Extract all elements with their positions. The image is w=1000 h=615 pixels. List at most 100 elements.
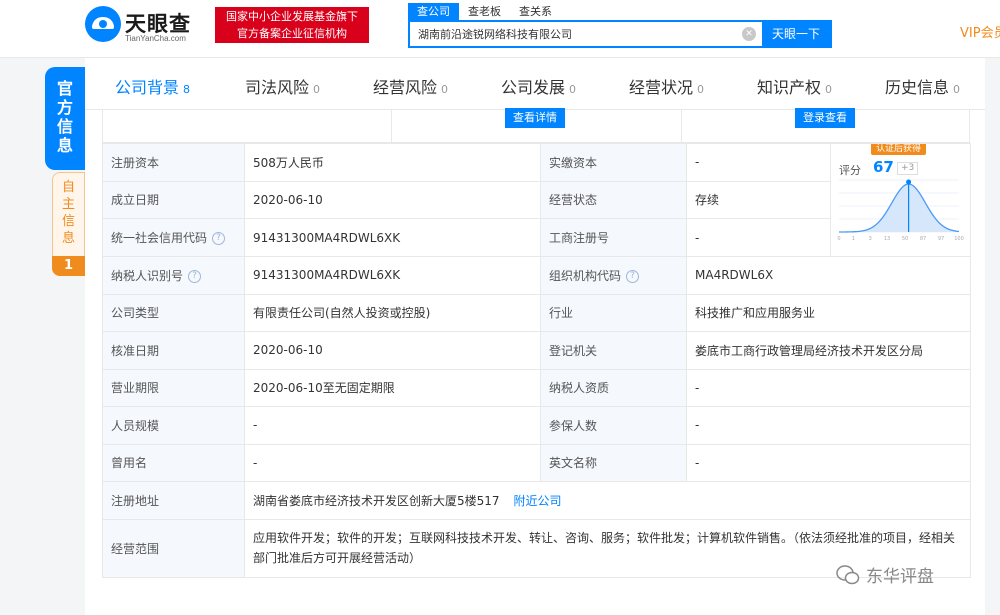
view-details-button[interactable]: 查看详情 <box>505 108 565 128</box>
score-cell: 认证后获得 评分 67 +3 0 1 3 13 50 87 97 100 <box>830 143 971 257</box>
status-label: 经营状态 <box>540 180 687 220</box>
score-axis-tick: 1 <box>852 236 855 242</box>
former-name-value: - <box>244 443 541 482</box>
tab-history-info[interactable]: 历史信息 0 <box>885 74 960 98</box>
tab-intellectual-property[interactable]: 知识产权 0 <box>757 74 832 98</box>
english-name-value: - <box>686 443 971 482</box>
score-widget[interactable]: 认证后获得 评分 67 +3 0 1 3 13 50 87 97 100 <box>832 144 970 256</box>
score-axis-tick: 3 <box>869 236 872 242</box>
wechat-icon <box>836 565 860 585</box>
tianyancha-logo[interactable]: 天眼查 TianYanCha.com <box>85 6 207 46</box>
logo-subtext: TianYanCha.com <box>125 34 186 43</box>
approval-date-label: 核准日期 <box>102 331 245 370</box>
insured-value: - <box>686 406 971 445</box>
side-char: 信 <box>56 117 73 136</box>
side-char: 信 <box>61 214 75 229</box>
business-info-table: 注册资本 508万人民币 实缴资本 - 认证后获得 评分 67 +3 0 1 3 13… <box>102 143 971 578</box>
authority-value: 娄底市工商行政管理局经济技术开发区分局 <box>686 331 971 370</box>
side-tab-official-info[interactable]: 官 方 信 息 <box>45 67 85 170</box>
table-row: 注册地址 湖南省娄底市经济技术开发区创新大厦5楼517 附近公司 <box>102 481 971 520</box>
address-label: 注册地址 <box>102 481 245 520</box>
org-code-label: 组织机构代码? <box>540 256 687 295</box>
tab-business-status[interactable]: 经营状况 0 <box>629 74 704 98</box>
address-value: 湖南省娄底市经济技术开发区创新大厦5楼517 附近公司 <box>244 481 971 520</box>
industry-label: 行业 <box>540 293 687 332</box>
side-tab-self-info[interactable]: 自 主 信 息 1 <box>52 172 85 276</box>
tab-search-company[interactable]: 查公司 <box>408 3 459 20</box>
taxpayer-id-label: 纳税人识别号? <box>102 256 245 295</box>
company-type-value: 有限责任公司(自然人投资或控股) <box>244 293 541 332</box>
tab-judicial-risk[interactable]: 司法风险 0 <box>245 74 320 98</box>
badge-line-2: 官方备案企业征信机构 <box>237 27 347 40</box>
watermark-text: 东华评盘 <box>866 567 934 587</box>
staff-value: - <box>244 406 541 445</box>
score-axis-tick: 13 <box>884 236 890 242</box>
biz-reg-no-label: 工商注册号 <box>540 218 687 257</box>
score-value: 67 <box>873 158 894 176</box>
approval-date-value: 2020-06-10 <box>244 331 541 370</box>
table-row: 核准日期 2020-06-10 登记机关 娄底市工商行政管理局经济技术开发区分局 <box>102 331 971 370</box>
tab-company-development[interactable]: 公司发展 0 <box>501 74 576 98</box>
company-type-label: 公司类型 <box>102 293 245 332</box>
clear-icon[interactable]: ✕ <box>742 27 756 41</box>
search-box: ✕ 天眼一下 <box>408 20 832 48</box>
badge-line-1: 国家中小企业发展基金旗下 <box>226 10 358 23</box>
term-value: 2020-06-10至无固定期限 <box>244 368 541 407</box>
search-tabs: 查公司 查老板 查关系 <box>408 3 561 20</box>
detail-buttons-row: 查看详情 登录查看 <box>102 108 970 143</box>
status-value: 存续 <box>686 180 831 220</box>
login-view-button[interactable]: 登录查看 <box>795 108 855 128</box>
side-char: 主 <box>61 197 75 212</box>
table-row: 人员规模 - 参保人数 - <box>102 406 971 445</box>
score-axis-tick: 50 <box>902 236 908 242</box>
score-distribution-chart: 0 1 3 13 50 87 97 100 <box>837 179 964 242</box>
english-name-label: 英文名称 <box>540 443 687 482</box>
search-button[interactable]: 天眼一下 <box>762 22 830 46</box>
credit-code-label: 统一社会信用代码? <box>102 218 245 257</box>
score-axis-tick: 0 <box>837 236 840 242</box>
side-char: 自 <box>61 180 75 195</box>
org-code-value: MA4RDWL6X <box>686 256 971 295</box>
score-tag: 认证后获得 <box>871 144 927 155</box>
score-axis-tick: 97 <box>938 236 944 242</box>
tab-business-risk[interactable]: 经营风险 0 <box>373 74 448 98</box>
taxpayer-qual-value: - <box>686 368 971 407</box>
help-icon[interactable]: ? <box>212 232 226 246</box>
staff-label: 人员规模 <box>102 406 245 445</box>
self-info-count-badge: 1 <box>52 256 85 276</box>
tab-search-boss[interactable]: 查老板 <box>459 3 510 20</box>
vip-link[interactable]: VIP会员 <box>960 22 1000 41</box>
table-row: 公司类型 有限责任公司(自然人投资或控股) 行业 科技推广和应用服务业 <box>102 293 971 332</box>
score-axis-tick: 87 <box>920 236 926 242</box>
nearby-companies-link[interactable]: 附近公司 <box>514 494 562 508</box>
paid-capital-value: - <box>686 143 831 182</box>
former-name-label: 曾用名 <box>102 443 245 482</box>
tab-company-background[interactable]: 公司背景 8 <box>115 74 190 98</box>
table-row: 注册资本 508万人民币 实缴资本 - 认证后获得 评分 67 +3 0 1 3 13… <box>102 143 971 257</box>
industry-value: 科技推广和应用服务业 <box>686 293 971 332</box>
top-header: 天眼查 TianYanCha.com 国家中小企业发展基金旗下 官方备案企业征信… <box>0 0 1000 58</box>
section-nav: 公司背景 8 司法风险 0 经营风险 0 公司发展 0 经营状况 0 知识产权 0 历史信息… <box>85 58 985 110</box>
insured-label: 参保人数 <box>540 406 687 445</box>
reg-capital-value: 508万人民币 <box>244 143 541 182</box>
authority-label: 登记机关 <box>540 331 687 370</box>
taxpayer-id-value: 91431300MA4RDWL6XK <box>244 256 541 295</box>
official-badge: 国家中小企业发展基金旗下 官方备案企业征信机构 <box>215 7 369 43</box>
company-panel: 公司背景 8 司法风险 0 经营风险 0 公司发展 0 经营状况 0 知识产权 0 历史信息… <box>85 58 985 615</box>
search-input[interactable] <box>410 22 740 46</box>
wechat-watermark: 东华评盘 <box>836 560 986 590</box>
eye-logo-icon <box>85 6 121 42</box>
help-icon[interactable]: ? <box>188 269 202 283</box>
help-icon[interactable]: ? <box>626 269 640 283</box>
est-date-value: 2020-06-10 <box>244 180 541 220</box>
table-row: 曾用名 - 英文名称 - <box>102 443 971 482</box>
paid-capital-label: 实缴资本 <box>540 143 687 182</box>
term-label: 营业期限 <box>102 368 245 407</box>
score-delta: +3 <box>897 162 919 175</box>
scope-label: 经营范围 <box>102 518 245 578</box>
table-row: 营业期限 2020-06-10至无固定期限 纳税人资质 - <box>102 368 971 407</box>
score-label: 评分 <box>839 164 861 177</box>
biz-reg-no-value: - <box>686 218 831 257</box>
tab-search-relation[interactable]: 查关系 <box>510 3 561 20</box>
side-char: 官 <box>56 79 73 98</box>
